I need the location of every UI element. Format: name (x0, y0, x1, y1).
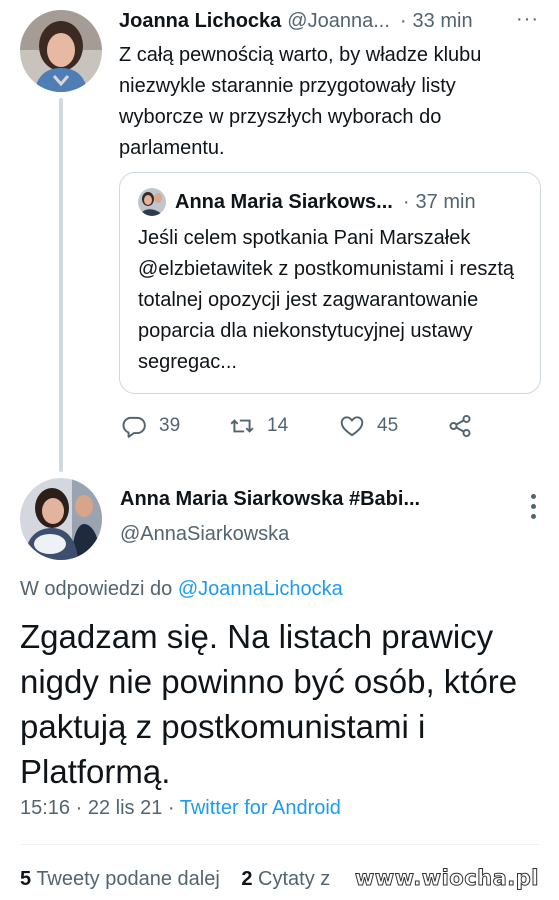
heart-icon (340, 416, 364, 437)
avatar-anna-siarkowska-small (138, 188, 166, 216)
thread-line (59, 98, 63, 472)
retweet-button[interactable]: 14 (229, 406, 288, 446)
retweet-count: 14 (267, 415, 289, 436)
retweets-stat[interactable]: 5 Tweety podane dalej (20, 868, 220, 890)
quotes-stat[interactable]: 2 Cytaty z (241, 868, 330, 890)
tweet-time[interactable]: 33 min (413, 10, 473, 33)
author-handle[interactable]: @AnnaSiarkowska (120, 523, 289, 546)
tweet-text: Z całą pewnością warto, by władze klubu … (119, 44, 482, 159)
author-name[interactable]: Anna Maria Siarkowska #Babi... (120, 488, 420, 511)
tweet-header: Joanna Lichocka @Joanna... · 33 min ··· (119, 8, 539, 34)
reply-icon (122, 416, 146, 438)
tweet-actions: 39 14 45 (119, 406, 549, 446)
watermark-logo: www.wiocha.pl (352, 866, 541, 891)
more-icon[interactable]: ··· (516, 8, 539, 31)
more-icon[interactable] (531, 494, 537, 522)
quoted-tweet-header: Anna Maria Siarkows... · 37 min (138, 187, 522, 217)
author-name[interactable]: Joanna Lichocka (119, 10, 281, 33)
tweet-timestamp[interactable]: 15:16 · 22 lis 21 · (20, 797, 180, 819)
tweet-meta: 15:16 · 22 lis 21 · Twitter for Android (20, 797, 341, 820)
like-count: 45 (377, 415, 399, 436)
quoted-tweet-time: 37 min (415, 190, 476, 213)
reply-context: W odpowiedzi do @JoannaLichocka (20, 578, 343, 601)
quoted-tweet[interactable]: Anna Maria Siarkows... · 37 min Jeśli ce… (119, 172, 541, 394)
reply-prefix: W odpowiedzi do (20, 578, 173, 600)
tweet-source-link[interactable]: Twitter for Android (180, 797, 341, 819)
separator-dot: · (402, 190, 410, 213)
quoted-author-name: Anna Maria Siarkows... (175, 190, 393, 213)
reply-button[interactable]: 39 (121, 406, 180, 446)
like-button[interactable]: 45 (339, 406, 398, 446)
avatar-joanna-lichocka[interactable] (20, 10, 102, 92)
share-button[interactable] (447, 406, 485, 446)
share-icon (449, 414, 471, 438)
divider (20, 844, 539, 845)
avatar-anna-siarkowska[interactable] (20, 478, 102, 560)
avatar-image (20, 478, 102, 560)
tweet-joanna-lichocka[interactable]: Joanna Lichocka @Joanna... · 33 min ··· … (0, 0, 559, 472)
retweet-icon (230, 419, 254, 433)
reply-count: 39 (159, 415, 181, 436)
tweet-text: Zgadzam się. Na listach prawicy nigdy ni… (20, 618, 518, 790)
quoted-tweet-text: Jeśli celem spotkania Pani Marszałek @el… (138, 227, 514, 373)
reply-to-link[interactable]: @JoannaLichocka (178, 578, 343, 600)
tweet-anna-siarkowska: Anna Maria Siarkowska #Babi... @AnnaSiar… (0, 472, 559, 900)
avatar-image (20, 10, 102, 92)
tweet-stats: 5 Tweety podane dalej 2 Cytaty z (20, 868, 330, 891)
author-handle[interactable]: @Joanna... (287, 10, 390, 33)
separator-dot: · (399, 9, 407, 32)
